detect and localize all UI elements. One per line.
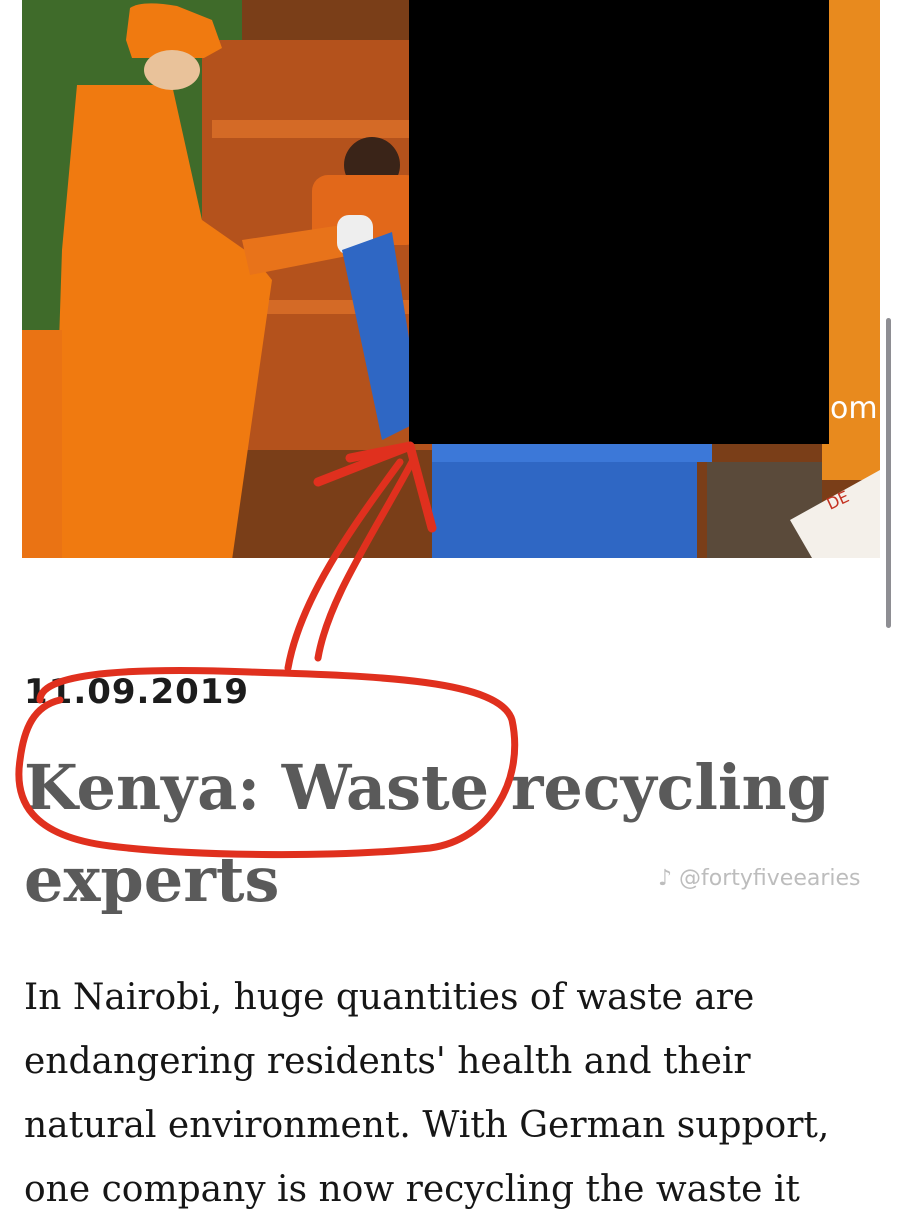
worker-face	[144, 50, 200, 90]
signboard-text: om	[830, 391, 878, 426]
tiktok-watermark: ♪ @fortyfiveearies	[658, 866, 861, 891]
scrollbar[interactable]	[886, 318, 891, 628]
article-lead-paragraph: In Nairobi, huge quantities of waste are…	[24, 977, 830, 1210]
article-title[interactable]: Kenya: Waste recycling experts	[24, 742, 864, 926]
worker-left-edge	[22, 330, 62, 558]
blue-bin-rim	[432, 444, 712, 462]
redaction-box	[409, 0, 829, 444]
container-rail	[212, 120, 422, 138]
article-date: 11.09.2019	[24, 672, 250, 712]
